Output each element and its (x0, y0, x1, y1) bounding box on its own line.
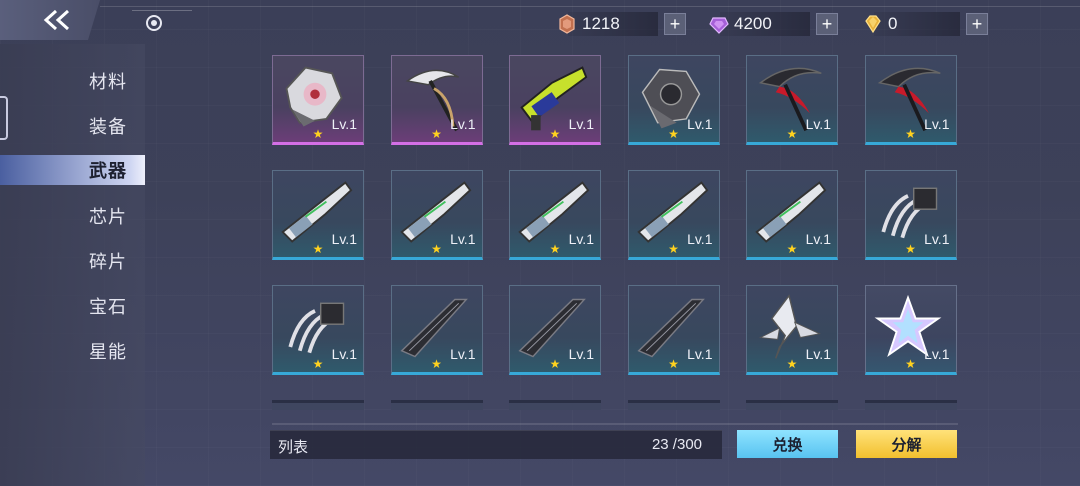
inventory-slot[interactable]: Lv.1 ★ (746, 285, 838, 375)
crystal-amount: 1218 (582, 14, 620, 33)
star-icon: ★ (312, 242, 324, 256)
currency-gem: 4200 + (708, 12, 838, 36)
inventory-slot[interactable]: Lv.1 ★ (509, 285, 601, 375)
purple-gem-icon (709, 17, 729, 34)
inventory-slot[interactable]: Lv.1 ★ (509, 170, 601, 260)
gem-amount: 4200 (734, 14, 772, 33)
inventory-slot-partial[interactable] (509, 400, 601, 410)
inventory-slot-partial[interactable] (627, 400, 720, 410)
star-icon: ★ (431, 127, 442, 141)
inventory-slot[interactable]: Lv.1 ★ (272, 170, 364, 260)
star-icon: ★ (668, 242, 679, 256)
inventory-slot[interactable]: Lv.1 ★ (272, 285, 364, 375)
inventory-slot[interactable]: Lv.1 ★ (390, 55, 483, 145)
star-icon: ★ (549, 357, 561, 371)
decompose-button[interactable]: 分解 (856, 430, 957, 458)
star-icon: ★ (668, 127, 679, 141)
star-icon: ★ (786, 127, 798, 141)
back-button[interactable] (0, 0, 100, 40)
star-icon: ★ (905, 127, 916, 141)
category-sidebar: 材料 装备 武器 芯片 碎片 宝石 星能 (0, 58, 145, 373)
inventory-slot[interactable]: Lv.1 ★ (390, 170, 483, 260)
gold-diamond-icon (865, 15, 881, 34)
inventory-slot[interactable]: Lv.1 ★ (627, 170, 720, 260)
double-chevron-left-icon (43, 9, 70, 31)
star-icon: ★ (431, 242, 442, 256)
add-diamond-button[interactable]: + (966, 13, 988, 35)
inventory-slot-partial[interactable] (272, 400, 364, 410)
sidebar-item-materials[interactable]: 材料 (0, 58, 145, 103)
inventory-slot[interactable]: Lv.1 ★ (864, 55, 957, 145)
sidebar-item-weapons[interactable]: 武器 (0, 155, 145, 185)
sidebar-item-fragments[interactable]: 碎片 (0, 238, 145, 283)
inventory-slot[interactable]: Lv.1 ★ (627, 55, 720, 145)
star-icon: ★ (786, 242, 798, 256)
sidebar-item-gems[interactable]: 宝石 (0, 283, 145, 328)
diamond-amount: 0 (888, 14, 898, 33)
inventory-slot[interactable]: Lv.1 ★ (390, 285, 483, 375)
star-icon: ★ (905, 357, 916, 371)
top-divider (100, 6, 1080, 7)
inventory-slot[interactable]: Lv.1 ★ (272, 55, 364, 145)
inventory-slot-partial[interactable] (390, 400, 483, 410)
inventory-slot[interactable]: Lv.1 ★ (627, 285, 720, 375)
top-bar: 1218 + 4200 + 0 + (0, 0, 1080, 44)
grid-scroll-edge (272, 423, 958, 425)
add-crystal-button[interactable]: + (664, 13, 686, 35)
inventory-slot[interactable]: Lv.1 ★ (864, 285, 957, 375)
star-icon: ★ (668, 357, 679, 371)
inventory-slot[interactable]: Lv.1 ★ (746, 55, 838, 145)
inventory-slot[interactable]: Lv.1 ★ (509, 55, 601, 145)
exchange-button[interactable]: 兑换 (737, 430, 838, 458)
star-icon: ★ (312, 127, 324, 141)
list-label: 列表 (278, 439, 309, 456)
inventory-slot[interactable]: Lv.1 ★ (864, 170, 957, 260)
inventory-slot-partial[interactable] (746, 400, 838, 410)
star-icon: ★ (549, 242, 561, 256)
currency-crystal: 1218 + (556, 12, 686, 36)
star-icon: ★ (786, 357, 798, 371)
mode-toggle-button[interactable] (132, 10, 192, 34)
radio-dot-icon (146, 14, 162, 31)
star-icon: ★ (905, 242, 916, 256)
currency-diamond: 0 + (862, 12, 988, 36)
star-icon: ★ (312, 357, 324, 371)
sidebar-item-equipment[interactable]: 装备 (0, 103, 145, 148)
inventory-slot[interactable]: Lv.1 ★ (746, 170, 838, 260)
add-gem-button[interactable]: + (816, 13, 838, 35)
inventory-slot-partial[interactable] (864, 400, 957, 410)
list-bar: 列表 23 /300 (270, 430, 722, 459)
inventory-count: 23 /300 (651, 436, 702, 453)
star-icon: ★ (549, 127, 561, 141)
star-icon: ★ (431, 357, 442, 371)
sidebar-item-star-energy[interactable]: 星能 (0, 328, 145, 373)
red-crystal-icon (559, 14, 575, 34)
sidebar-item-chips[interactable]: 芯片 (0, 193, 145, 238)
